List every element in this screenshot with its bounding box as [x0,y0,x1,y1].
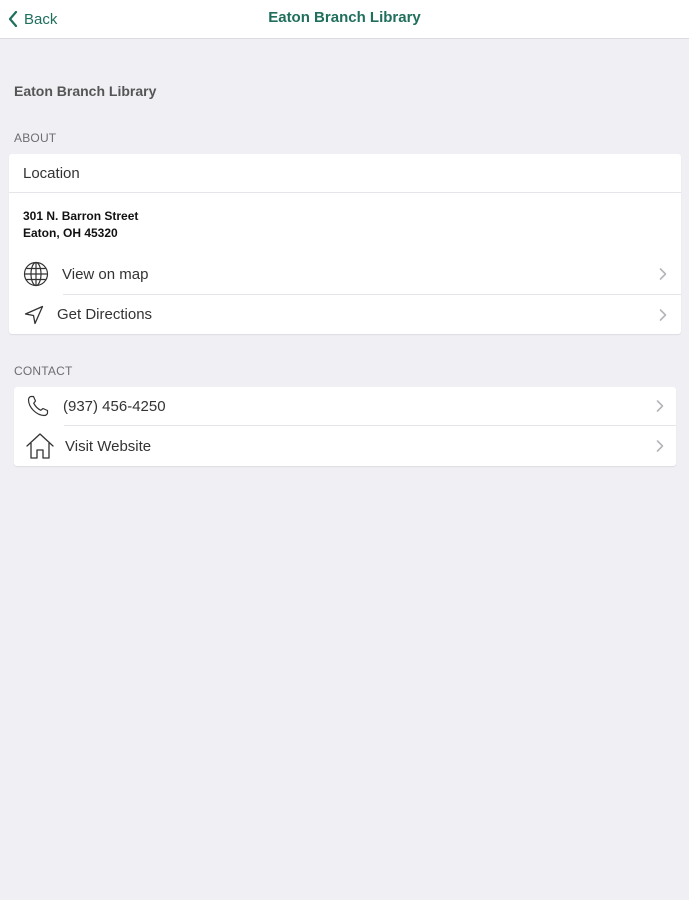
navigation-bar: Back Eaton Branch Library [0,0,689,39]
location-label: Location [23,164,80,182]
visit-website-row[interactable]: Visit Website [14,426,676,466]
chevron-right-icon [656,400,664,412]
phone-number: (937) 456-4250 [63,397,166,415]
page-title: Eaton Branch Library [14,83,157,99]
nav-title: Eaton Branch Library [268,9,421,26]
view-on-map-row[interactable]: View on map [9,254,681,294]
phone-icon [26,394,50,418]
contact-card: (937) 456-4250 Visit Website [14,387,676,466]
chevron-right-icon [659,308,667,321]
contact-section-label: CONTACT [14,364,73,378]
chevron-right-icon [659,268,667,280]
address-line-1: 301 N. Barron Street [23,209,139,223]
about-card: Location 301 N. Barron Street Eaton, OH … [9,154,681,334]
visit-website-label: Visit Website [65,437,152,455]
chevron-right-icon [656,440,664,452]
home-icon [25,432,55,460]
get-directions-label: Get Directions [57,306,153,323]
get-directions-row[interactable]: Get Directions [9,295,681,334]
phone-row[interactable]: (937) 456-4250 [14,387,676,425]
about-section-label: ABOUT [14,131,57,145]
view-on-map-label: View on map [62,265,149,283]
address-line-2: Eaton, OH 45320 [23,226,118,240]
location-header: Location [9,154,681,192]
address: 301 N. Barron Street Eaton, OH 45320 [23,208,138,242]
navigation-arrow-icon [23,304,45,326]
globe-icon [22,260,50,288]
divider [9,192,681,193]
